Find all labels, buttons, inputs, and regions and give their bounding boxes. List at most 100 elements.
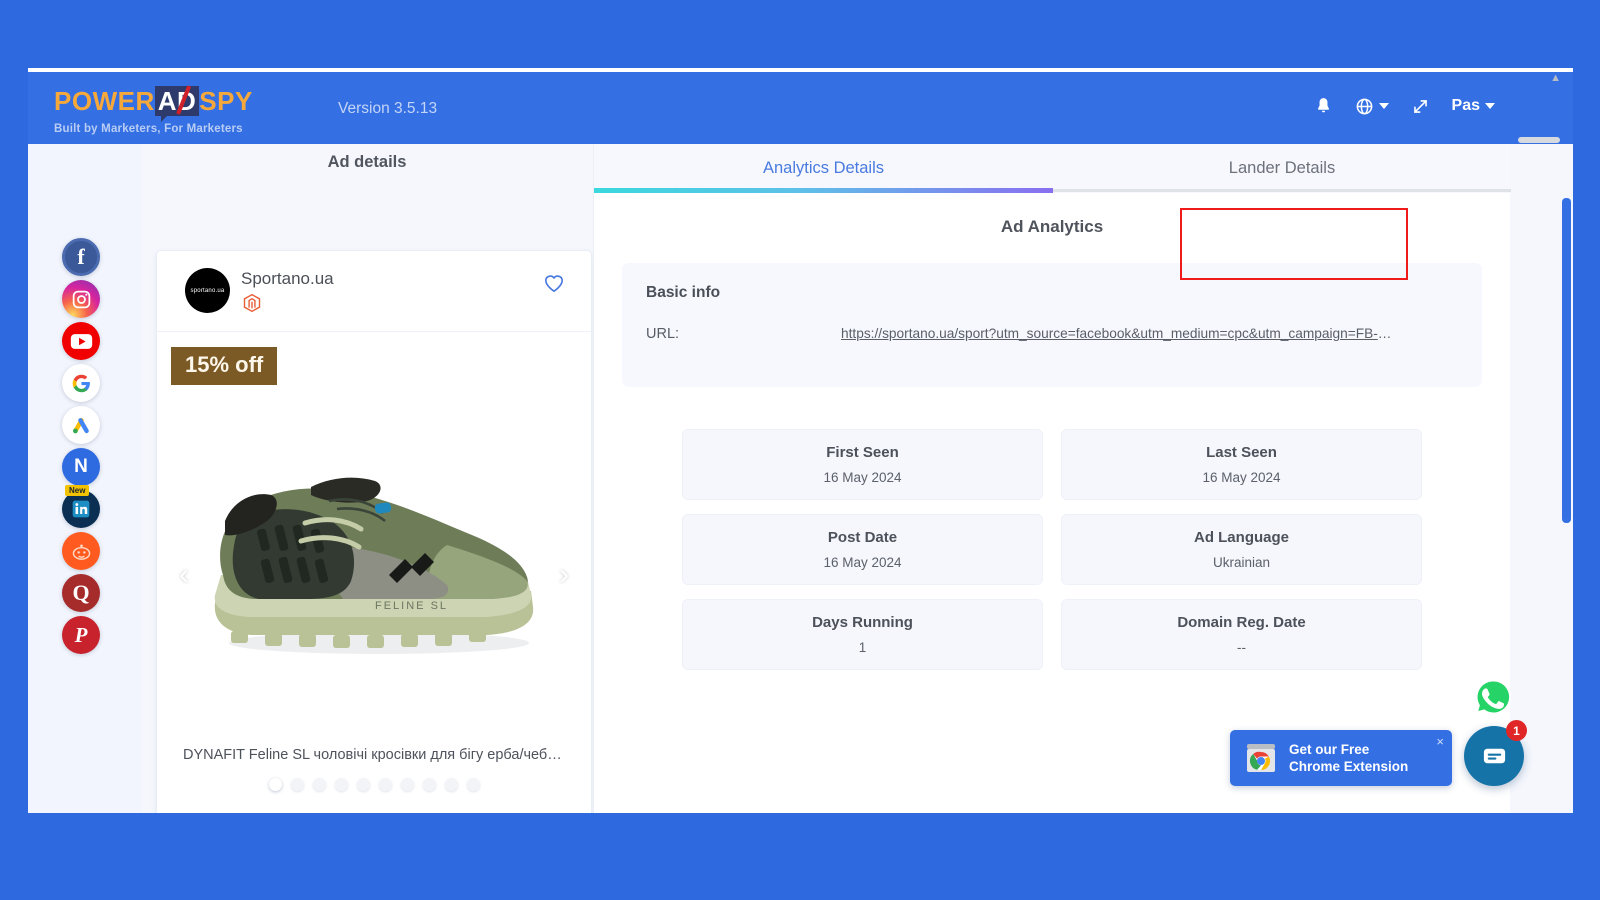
analytics-column: Analytics Details Lander Details Ad Anal… xyxy=(593,144,1511,813)
url-value-link[interactable]: https://sportano.ua/sport?utm_source=fac… xyxy=(841,326,1401,341)
page-scrollbar-thumb[interactable] xyxy=(1562,198,1571,523)
basic-info-panel: Basic info URL: https://sportano.ua/spor… xyxy=(622,263,1482,387)
carousel-dot[interactable] xyxy=(400,778,414,791)
new-badge: New xyxy=(65,485,90,496)
ad-media: 15% off FELINE SL ‹ › DYNAFIT Feline SL … xyxy=(157,332,591,805)
stat-label: Ad Language xyxy=(1193,529,1289,546)
stat-card-domain-reg-date: Domain Reg. Date -- xyxy=(1061,599,1422,670)
url-key-label: URL: xyxy=(646,326,680,342)
carousel-dot[interactable] xyxy=(290,778,304,791)
carousel-dot[interactable] xyxy=(312,778,326,791)
sidebar-item-quora[interactable]: Q xyxy=(62,574,100,612)
logo-power-text: POWER xyxy=(54,86,155,116)
logo-spy-text: SPY xyxy=(199,86,253,116)
globe-icon[interactable] xyxy=(1355,97,1389,116)
stats-grid: First Seen 16 May 2024 Last Seen 16 May … xyxy=(682,429,1422,670)
tab-track xyxy=(1053,189,1511,192)
google-icon xyxy=(72,374,90,392)
heart-icon xyxy=(544,275,564,293)
carousel-prev-button[interactable]: ‹ xyxy=(179,560,189,590)
close-icon[interactable]: × xyxy=(1436,734,1444,749)
sidebar-item-pinterest[interactable]: P xyxy=(62,616,100,654)
ad-details-column: Ad details sportano.ua Sportano.ua 15% o… xyxy=(141,144,593,813)
avatar-label: sportano.ua xyxy=(190,287,225,294)
carousel-dot[interactable] xyxy=(466,778,480,791)
carousel-next-button[interactable]: › xyxy=(559,560,569,590)
carousel-dot[interactable] xyxy=(444,778,458,791)
sidebar-item-youtube[interactable] xyxy=(62,322,100,360)
chrome-ext-line2: Chrome Extension xyxy=(1289,759,1409,774)
whatsapp-button[interactable] xyxy=(1472,676,1514,718)
sidebar-item-google[interactable] xyxy=(62,364,100,402)
carousel-dot[interactable] xyxy=(422,778,436,791)
chrome-extension-banner[interactable]: Get our Free Chrome Extension × xyxy=(1230,730,1452,786)
stat-label: Days Running xyxy=(812,614,913,631)
carousel-dot[interactable] xyxy=(356,778,370,791)
stat-value: 16 May 2024 xyxy=(823,470,902,485)
stat-card-ad-language: Ad Language Ukrainian xyxy=(1061,514,1422,585)
app-window: POWER AD SPY Built by Marketers, For Marke… xyxy=(28,68,1573,813)
discount-badge: 15% off xyxy=(171,347,278,385)
tab-analytics-details[interactable]: Analytics Details xyxy=(594,144,1053,193)
stat-value: Ukrainian xyxy=(1212,555,1271,570)
stat-label: Post Date xyxy=(827,529,898,546)
tab-lander-details[interactable]: Lander Details xyxy=(1053,144,1511,193)
chevron-down-icon xyxy=(1378,103,1389,109)
expand-icon[interactable] xyxy=(1411,97,1430,116)
chevron-down-icon xyxy=(1485,103,1495,109)
stat-card-last-seen: Last Seen 16 May 2024 xyxy=(1061,429,1422,500)
chat-unread-badge: 1 xyxy=(1506,720,1527,741)
ad-card: sportano.ua Sportano.ua 15% off FELINE S… xyxy=(156,250,592,813)
inner-scrollbar-thumb[interactable] xyxy=(1518,137,1560,143)
magento-icon xyxy=(242,293,262,313)
app-header: POWER AD SPY Built by Marketers, For Marke… xyxy=(28,72,1573,144)
stat-card-post-date: Post Date 16 May 2024 xyxy=(682,514,1043,585)
chat-bubble-icon xyxy=(1483,748,1505,763)
svg-text:FELINE SL: FELINE SL xyxy=(375,600,448,612)
app-logo[interactable]: POWER AD SPY Built by Marketers, For Marke… xyxy=(54,85,253,135)
ad-details-title: Ad details xyxy=(327,153,407,171)
logo-tagline: Built by Marketers, For Marketers xyxy=(54,123,243,135)
stat-label: Domain Reg. Date xyxy=(1177,614,1306,631)
shoe-illustration: FELINE SL xyxy=(214,477,534,654)
ad-caption: DYNAFIT Feline SL чоловічі кросівки для … xyxy=(183,747,568,763)
carousel-dot[interactable] xyxy=(378,778,392,791)
user-menu[interactable]: Pas xyxy=(1452,97,1495,115)
instagram-icon xyxy=(72,290,90,308)
ad-card-header: sportano.ua Sportano.ua xyxy=(157,251,591,332)
favorite-button[interactable] xyxy=(543,273,565,298)
scroll-up-caret-icon[interactable]: ▲ xyxy=(1550,72,1561,84)
url-row: URL: https://sportano.ua/sport?utm_sourc… xyxy=(646,326,1458,342)
chrome-ext-line1: Get our Free xyxy=(1289,742,1370,757)
youtube-icon xyxy=(70,333,92,349)
sidebar-item-reddit[interactable] xyxy=(62,532,100,570)
user-name-label: Pas xyxy=(1451,97,1480,114)
header-actions: Pas xyxy=(1314,96,1495,116)
analytics-body: Ad Analytics Basic info URL: https://spo… xyxy=(594,193,1510,813)
carousel-dot[interactable] xyxy=(334,778,348,791)
sidebar-item-facebook[interactable]: f xyxy=(62,238,100,276)
sidebar-item-instagram[interactable] xyxy=(62,280,100,318)
sidebar-item-linkedin[interactable]: New xyxy=(62,485,100,528)
stat-value: -- xyxy=(1237,640,1246,655)
advertiser-name[interactable]: Sportano.ua xyxy=(241,269,334,289)
basic-info-label: Basic info xyxy=(646,284,721,301)
stat-value: 1 xyxy=(858,640,867,655)
chrome-webstore-icon xyxy=(1247,744,1275,772)
ad-image[interactable]: FELINE SL xyxy=(157,380,591,720)
bell-icon[interactable] xyxy=(1314,96,1333,116)
stat-label: First Seen xyxy=(826,444,899,461)
avatar: sportano.ua xyxy=(185,268,230,313)
desktop-background: POWER AD SPY Built by Marketers, For Marke… xyxy=(0,0,1600,900)
tab-bar: Analytics Details Lander Details xyxy=(594,144,1511,193)
quora-icon: Q xyxy=(72,580,90,605)
sidebar-item-google-ads[interactable] xyxy=(62,406,100,444)
google-ads-icon xyxy=(73,418,89,434)
linkedin-icon xyxy=(72,500,90,518)
stat-value: 16 May 2024 xyxy=(1202,470,1281,485)
ad-analytics-title: Ad Analytics xyxy=(1000,217,1104,236)
sidebar-item-native[interactable]: N xyxy=(62,448,100,486)
stat-card-first-seen: First Seen 16 May 2024 xyxy=(682,429,1043,500)
carousel-dots xyxy=(157,778,591,791)
carousel-dot[interactable] xyxy=(268,778,282,791)
